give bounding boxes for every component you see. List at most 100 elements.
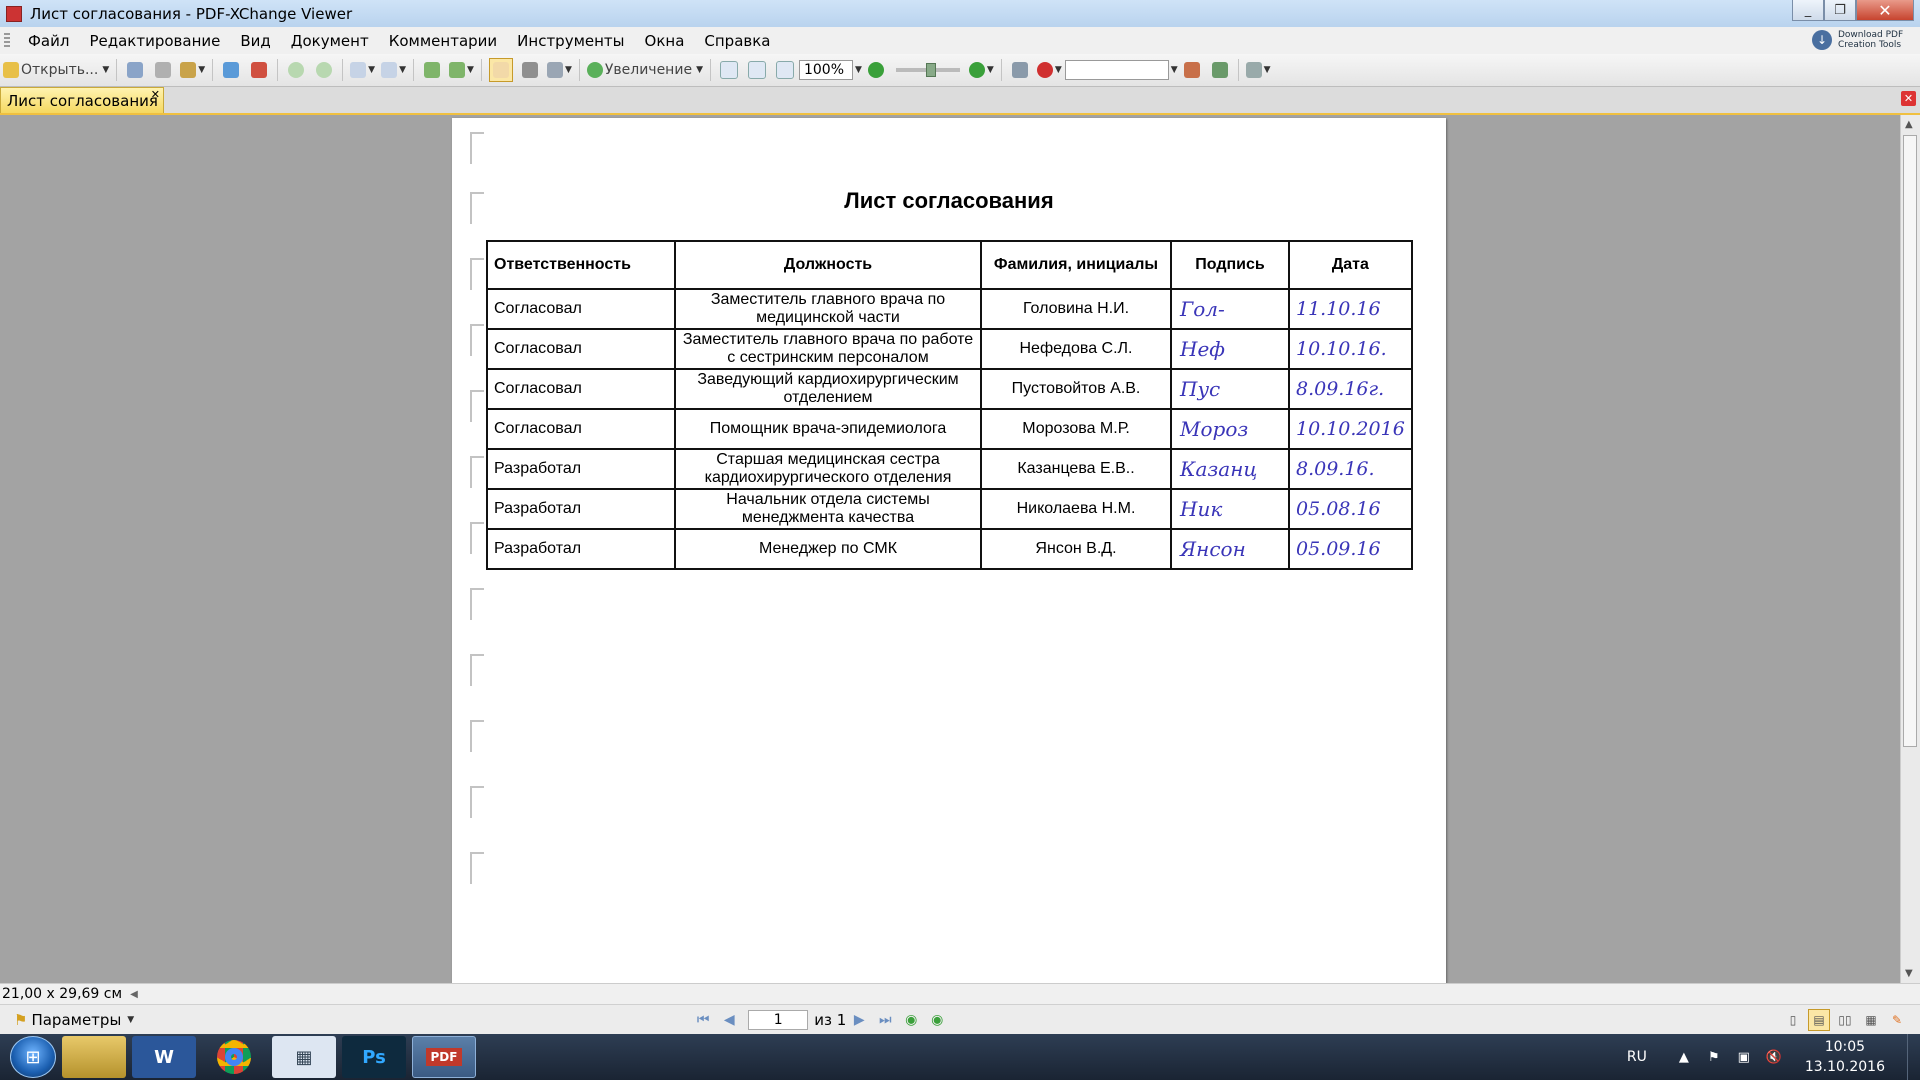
start-button[interactable]: ⊞ — [10, 1036, 56, 1078]
undo-button[interactable]: ▼ — [350, 59, 375, 81]
actual-size-icon — [719, 61, 738, 79]
zoom-level-input[interactable]: 100% — [798, 60, 853, 80]
minimize-button[interactable]: _ — [1792, 0, 1824, 21]
scroll-down-arrow-icon[interactable]: ▼ — [1905, 968, 1913, 979]
scroll-up-arrow-icon[interactable]: ▲ — [1905, 119, 1913, 130]
settings-button[interactable]: ▼ — [1245, 59, 1271, 81]
find-button[interactable] — [1009, 59, 1031, 81]
maximize-button[interactable]: ❐ — [1824, 0, 1856, 21]
collapse-arrow-icon[interactable]: ◀ — [130, 989, 138, 1000]
back-button[interactable] — [285, 59, 307, 81]
magnifier-icon — [586, 62, 603, 78]
cell-signature: Казанц — [1170, 448, 1290, 490]
chrome-taskbar-icon[interactable] — [202, 1036, 266, 1078]
search-dropdown-arrow-icon[interactable]: ▼ — [1171, 65, 1178, 75]
previous-page-icon[interactable]: ◀ — [720, 1011, 738, 1029]
save-button[interactable] — [124, 59, 146, 81]
cell-name: Головина Н.И. — [980, 288, 1172, 330]
cell-responsibility: Согласовал — [486, 408, 676, 450]
search-options-button[interactable]: ▼ — [1036, 59, 1062, 81]
cell-name: Казанцева Е.В.. — [980, 448, 1172, 490]
rotate-left-button[interactable] — [421, 59, 443, 81]
facing-view-icon[interactable]: ▯▯ — [1834, 1009, 1856, 1031]
word-taskbar-icon[interactable]: W — [132, 1036, 196, 1078]
action-center-flag-icon[interactable]: ⚑ — [1705, 1048, 1723, 1066]
menu-view[interactable]: Вид — [230, 32, 280, 50]
fit-width-button[interactable] — [774, 59, 796, 81]
plus-icon — [968, 62, 985, 78]
search-input[interactable] — [1064, 60, 1169, 80]
first-page-icon[interactable]: ⏮ — [694, 1011, 712, 1029]
scan-button[interactable] — [220, 59, 242, 81]
page-number-input[interactable]: 1 — [748, 1009, 809, 1030]
last-page-icon[interactable]: ⏭ — [876, 1011, 894, 1029]
forward-view-icon[interactable]: ◉ — [928, 1011, 946, 1029]
params-dropdown-arrow-icon[interactable]: ▼ — [127, 1015, 134, 1025]
toolbar-separator — [116, 59, 118, 81]
next-page-icon[interactable]: ▶ — [850, 1011, 868, 1029]
clock[interactable]: 10:05 13.10.2016 — [1805, 1037, 1885, 1077]
scrollbar-thumb[interactable] — [1903, 135, 1917, 747]
single-page-view-icon[interactable]: ▯ — [1782, 1009, 1804, 1031]
menu-edit[interactable]: Редактирование — [79, 32, 230, 50]
fit-page-button[interactable] — [746, 59, 768, 81]
show-hidden-icons-icon[interactable]: ▲ — [1675, 1048, 1693, 1066]
back-view-icon[interactable]: ◉ — [902, 1011, 920, 1029]
menu-comments[interactable]: Комментарии — [379, 32, 507, 50]
taskbar: ⊞ W ▦ Ps PDF RU ▲ ⚑ ▣ 🔇 10:05 13.10.2016 — [0, 1034, 1920, 1080]
rotate-left-icon — [424, 62, 441, 78]
explorer-taskbar-icon[interactable] — [62, 1036, 126, 1078]
zoom-slider[interactable] — [895, 63, 960, 77]
actual-size-button[interactable] — [718, 59, 740, 81]
params-label[interactable]: Параметры — [31, 1011, 121, 1029]
hand-tool-button[interactable] — [488, 58, 513, 82]
toolbar-separator — [480, 59, 482, 81]
network-icon[interactable]: ▣ — [1735, 1048, 1753, 1066]
rotate-right-button[interactable]: ▼ — [449, 59, 474, 81]
table-row: Разработал Менеджер по СМК Янсон В.Д. Янсон… — [486, 528, 1413, 570]
close-button[interactable]: ✕ — [1856, 0, 1914, 21]
email-button[interactable]: ▼ — [180, 59, 205, 81]
select-text-button[interactable]: ▼ — [546, 59, 572, 81]
print-button[interactable] — [152, 59, 174, 81]
forward-button[interactable] — [313, 59, 335, 81]
redo-button[interactable]: ▼ — [381, 59, 406, 81]
show-desktop-button[interactable] — [1907, 1034, 1920, 1080]
ocr-button[interactable] — [248, 59, 270, 81]
menu-windows[interactable]: Окна — [635, 32, 695, 50]
table-row: Разработал Старшая медицинская сестра кар… — [486, 448, 1413, 490]
snapshot-button[interactable] — [519, 59, 541, 81]
find-next-icon — [1211, 62, 1228, 78]
continuous-view-icon[interactable]: ▤ — [1808, 1008, 1830, 1031]
menu-document[interactable]: Документ — [281, 32, 379, 50]
volume-muted-icon[interactable]: 🔇 — [1765, 1048, 1783, 1066]
dropdown-arrow-icon: ▼ — [198, 65, 206, 75]
photoshop-taskbar-icon[interactable]: Ps — [342, 1036, 406, 1078]
view-options-icon[interactable]: ✎ — [1886, 1009, 1908, 1031]
language-indicator[interactable]: RU — [1627, 1049, 1647, 1065]
pdf-viewer-taskbar-icon[interactable]: PDF — [412, 1036, 476, 1078]
zoom-slider-thumb[interactable] — [925, 63, 936, 77]
zoom-in-button[interactable]: ▼ — [968, 59, 994, 81]
punch-hole-mark — [470, 258, 484, 290]
continuous-facing-view-icon[interactable]: ▦ — [1860, 1009, 1882, 1031]
close-document-button[interactable]: ✕ — [1901, 91, 1916, 106]
zoom-out-button[interactable] — [865, 59, 887, 81]
document-viewport[interactable]: Лист согласования Ответственность Должно… — [0, 115, 1900, 983]
tab-document-label: Лист согласования — [7, 91, 158, 110]
generic-app-taskbar-icon[interactable]: ▦ — [272, 1036, 336, 1078]
download-pdf-tools-button[interactable]: ↓ Download PDF Creation Tools — [1812, 28, 1912, 52]
menu-file[interactable]: Файл — [18, 32, 79, 50]
zoom-in-tool-button[interactable]: Увеличение ▼ — [586, 59, 703, 81]
zoom-dropdown-arrow-icon[interactable]: ▼ — [855, 65, 862, 75]
vertical-scrollbar[interactable]: ▲ ▼ — [1900, 115, 1920, 983]
find-next-button[interactable] — [1209, 59, 1231, 81]
menu-tools[interactable]: Инструменты — [507, 32, 634, 50]
punch-hole-mark — [470, 852, 484, 884]
find-previous-button[interactable] — [1181, 59, 1203, 81]
open-button[interactable]: Открыть... ▼ — [3, 59, 109, 81]
tab-document[interactable]: Лист согласования ✕ — [0, 87, 164, 113]
menu-help[interactable]: Справка — [694, 32, 780, 50]
cell-responsibility: Согласовал — [486, 368, 676, 410]
tab-close-icon[interactable]: ✕ — [151, 88, 160, 101]
